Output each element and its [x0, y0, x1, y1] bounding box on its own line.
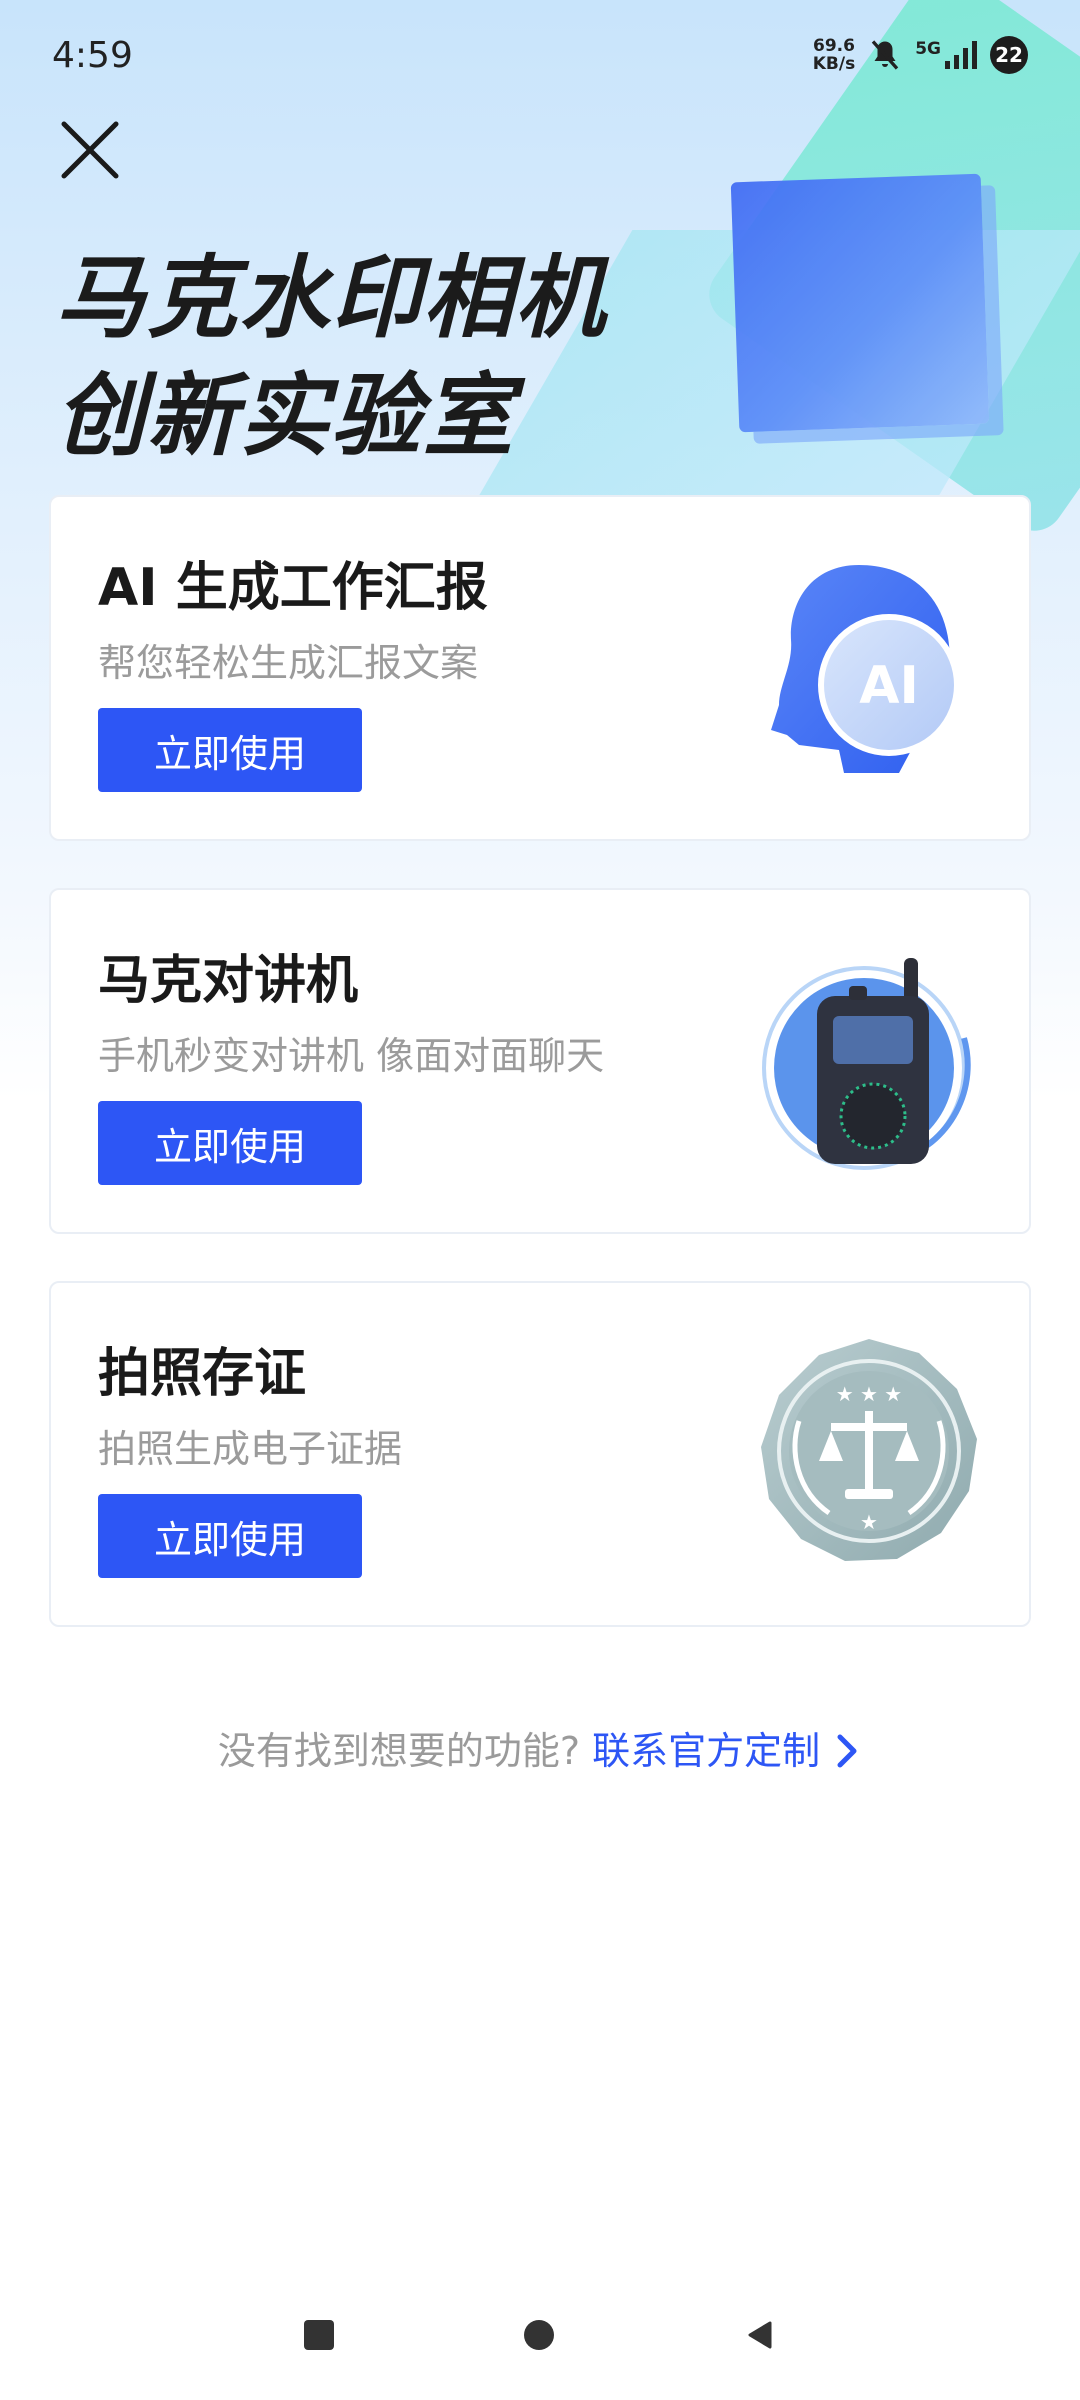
card-title: AI 生成工作汇报 — [98, 558, 488, 618]
contact-link-text[interactable]: 联系官方定制 — [592, 1729, 820, 1773]
page-title-line2: 创新实验室 — [55, 364, 515, 469]
network-speed-unit: KB/s — [812, 54, 856, 74]
screen: 4:59 69.6 KB/s 5G 22 马克水印相机 创新实验室 AI 生成工… — [0, 0, 1080, 2400]
svg-text:★ ★ ★: ★ ★ ★ — [836, 1382, 903, 1406]
system-nav-bar — [0, 2270, 1080, 2400]
ai-head-icon: AI — [771, 565, 960, 773]
card-title: 拍照存证 — [98, 1344, 307, 1404]
status-bar: 4:59 69.6 KB/s 5G 22 — [0, 0, 1080, 110]
walkie-talkie-icon — [762, 958, 971, 1170]
use-now-button[interactable]: 立即使用 — [98, 1494, 362, 1578]
close-button[interactable] — [52, 112, 128, 188]
ai-label: AI — [859, 656, 919, 716]
home-button[interactable] — [524, 2320, 554, 2350]
card-subtitle: 拍照生成电子证据 — [98, 1427, 403, 1471]
custom-request-link[interactable]: 没有找到想要的功能? 联系官方定制 — [0, 1720, 1080, 1775]
signal-bars-icon — [945, 41, 977, 69]
use-now-button[interactable]: 立即使用 — [98, 708, 362, 792]
recent-apps-button[interactable] — [304, 2320, 334, 2350]
feature-card-walkie-talkie[interactable]: 马克对讲机 手机秒变对讲机 像面对面聊天 立即使用 — [49, 888, 1031, 1234]
signal-indicator: 5G — [915, 39, 978, 71]
page-title-line1: 马克水印相机 — [55, 246, 607, 351]
svg-text:★: ★ — [860, 1510, 878, 1534]
status-time: 4:59 — [52, 34, 133, 76]
network-speed-value: 69.6 — [812, 36, 855, 56]
chevron-right-icon — [837, 1734, 857, 1768]
card-title: 马克对讲机 — [98, 951, 359, 1011]
notification-badge: 22 — [990, 36, 1028, 74]
close-icon — [61, 121, 119, 179]
card-subtitle: 帮您轻松生成汇报文案 — [98, 641, 479, 685]
network-type: 5G — [915, 39, 941, 59]
card-subtitle: 手机秒变对讲机 像面对面聊天 — [98, 1034, 605, 1078]
footer-prompt: 没有找到想要的功能? — [217, 1729, 580, 1773]
feature-card-photo-evidence[interactable]: 拍照存证 拍照生成电子证据 立即使用 ★ ★ ★ ★ — [49, 1281, 1031, 1627]
status-icons: 69.6 KB/s 5G 22 — [813, 36, 1028, 74]
justice-seal-icon: ★ ★ ★ ★ — [761, 1339, 977, 1561]
hero-cube-decoration — [730, 173, 990, 433]
feature-card-ai-report[interactable]: AI 生成工作汇报 帮您轻松生成汇报文案 立即使用 AI — [49, 495, 1031, 841]
page-title: 马克水印相机 创新实验室 — [55, 240, 607, 476]
bell-muted-icon — [871, 40, 899, 70]
back-button[interactable] — [744, 2319, 776, 2351]
network-speed: 69.6 KB/s — [813, 37, 855, 73]
use-now-button[interactable]: 立即使用 — [98, 1101, 362, 1185]
